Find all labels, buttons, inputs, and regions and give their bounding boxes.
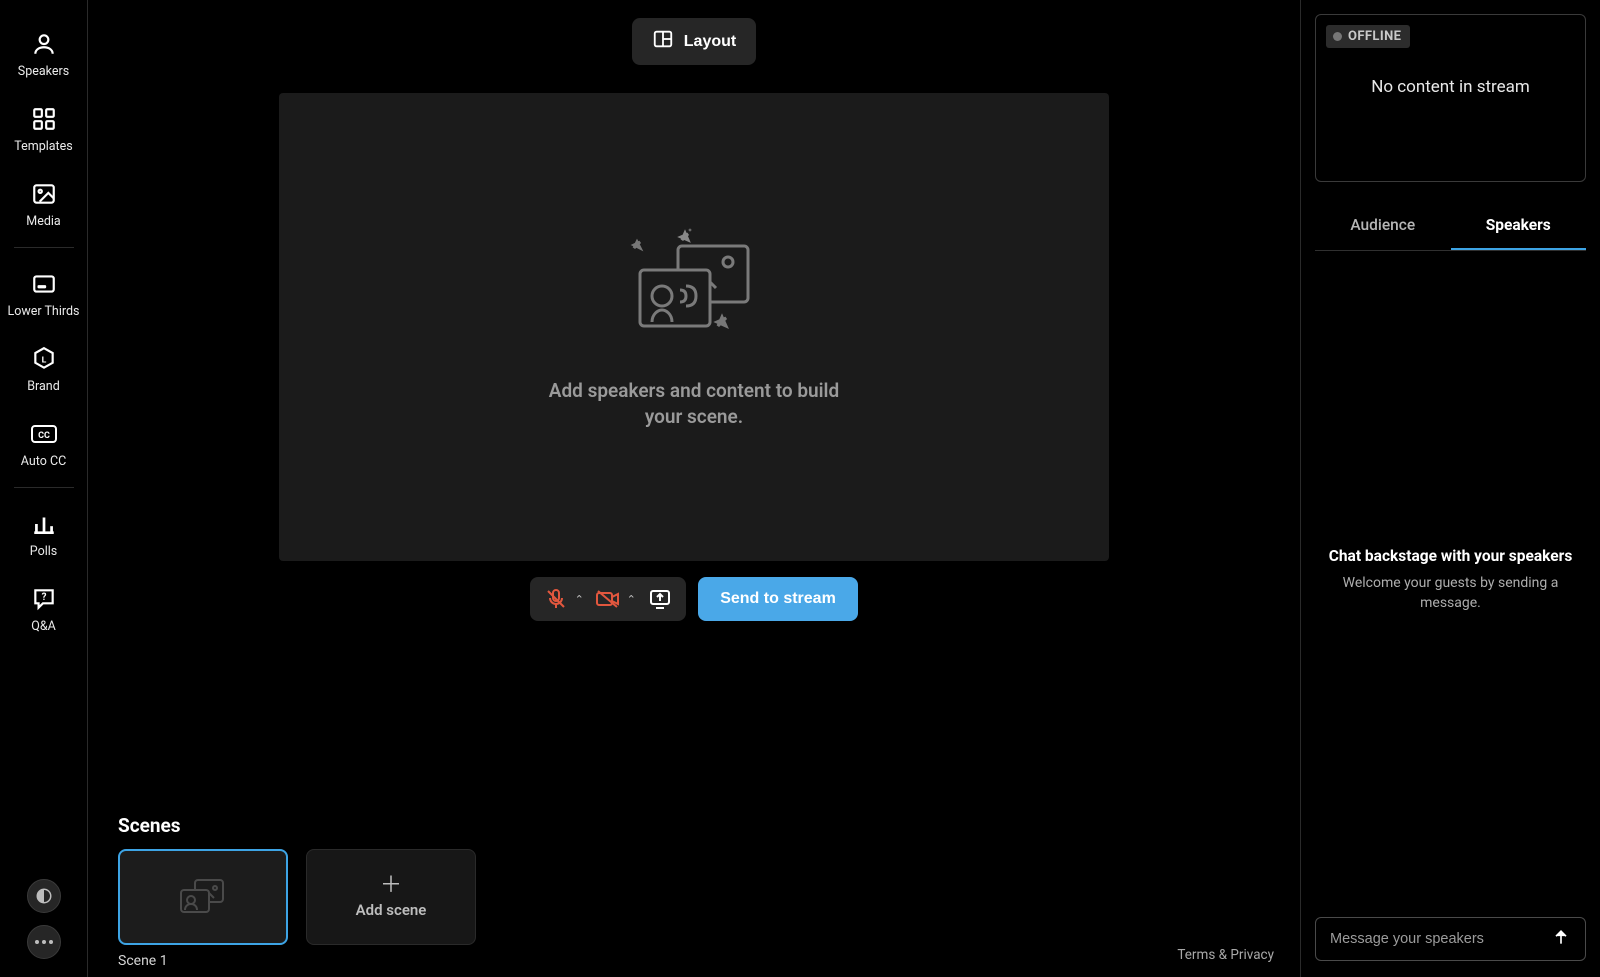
svg-text:?: ? [41,592,46,603]
left-sidebar: Speakers Templates Media Lower Thirds L [0,0,88,977]
svg-text:CC: CC [38,431,50,441]
sidebar-item-label: Brand [27,379,60,394]
theme-toggle-button[interactable] [27,879,61,913]
divider [14,487,74,488]
media-controls: ⌃ ⌃ Send to stream [530,577,858,621]
cc-icon: CC [30,420,58,448]
chat-empty-title: Chat backstage with your speakers [1329,547,1573,565]
status-text: OFFLINE [1348,29,1401,44]
layout-icon [652,28,674,55]
sidebar-item-qa[interactable]: ? Q&A [0,573,87,648]
scene-card[interactable] [118,849,288,945]
add-scene-label: Add scene [356,901,427,919]
qa-icon: ? [30,585,58,613]
brand-icon: L [30,345,58,373]
scenes-panel: Scenes [114,814,1274,977]
sidebar-item-label: Auto CC [21,454,66,469]
more-options-button[interactable] [27,925,61,959]
empty-stage-graphic [624,224,764,358]
svg-text:L: L [41,355,46,365]
sidebar-item-polls[interactable]: Polls [0,498,87,573]
scene-label: Scene 1 [118,953,288,969]
speaker-icon [30,30,58,58]
divider [14,247,74,248]
screen-share-button[interactable] [640,579,680,619]
stream-preview: OFFLINE No content in stream [1315,14,1586,182]
tab-speakers[interactable]: Speakers [1451,200,1587,250]
mic-toggle-button[interactable] [536,579,576,619]
send-to-stream-button[interactable]: Send to stream [698,577,858,621]
send-to-stream-label: Send to stream [720,590,836,607]
layout-button[interactable]: Layout [632,18,756,65]
camera-toggle-button[interactable] [588,579,628,619]
polls-icon [30,510,58,538]
main-area: Layout [88,0,1300,977]
sidebar-item-label: Templates [14,139,72,154]
sidebar-item-label: Speakers [18,64,69,79]
chat-input[interactable] [1330,931,1547,947]
layout-button-label: Layout [684,33,736,51]
tab-audience[interactable]: Audience [1315,200,1451,250]
scenes-title: Scenes [118,814,1274,837]
scene-thumb-icon [173,872,233,922]
sidebar-item-label: Lower Thirds [8,304,80,319]
media-icon [30,180,58,208]
sidebar-item-auto-cc[interactable]: CC Auto CC [0,408,87,483]
sidebar-item-label: Polls [30,544,57,559]
right-panel: OFFLINE No content in stream Audience Sp… [1300,0,1600,977]
send-message-button[interactable] [1547,923,1575,955]
sidebar-item-media[interactable]: Media [0,168,87,243]
status-dot [1333,32,1342,41]
chat-tabs: Audience Speakers [1315,200,1586,251]
control-group: ⌃ ⌃ [530,577,686,621]
add-scene-button[interactable]: ＋ Add scene [306,849,476,945]
chat-empty-subtitle: Welcome your guests by sending a message… [1341,573,1561,614]
chat-input-row [1315,917,1586,961]
sidebar-item-brand[interactable]: L Brand [0,333,87,408]
templates-icon [30,105,58,133]
plus-icon: ＋ [380,875,402,897]
sidebar-item-lower-thirds[interactable]: Lower Thirds [0,258,87,333]
sidebar-item-label: Q&A [31,619,56,634]
more-icon [35,940,53,944]
sidebar-item-label: Media [26,214,60,229]
stage-empty-message: Add speakers and content to build your s… [544,378,844,429]
sidebar-item-speakers[interactable]: Speakers [0,18,87,93]
stage-preview: Add speakers and content to build your s… [279,93,1109,561]
terms-privacy-link[interactable]: Terms & Privacy [1177,947,1274,963]
chat-empty-state: Chat backstage with your speakers Welcom… [1315,251,1586,909]
preview-empty-message: No content in stream [1371,77,1530,97]
lower-thirds-icon [30,270,58,298]
sidebar-item-templates[interactable]: Templates [0,93,87,168]
status-badge: OFFLINE [1326,25,1410,48]
